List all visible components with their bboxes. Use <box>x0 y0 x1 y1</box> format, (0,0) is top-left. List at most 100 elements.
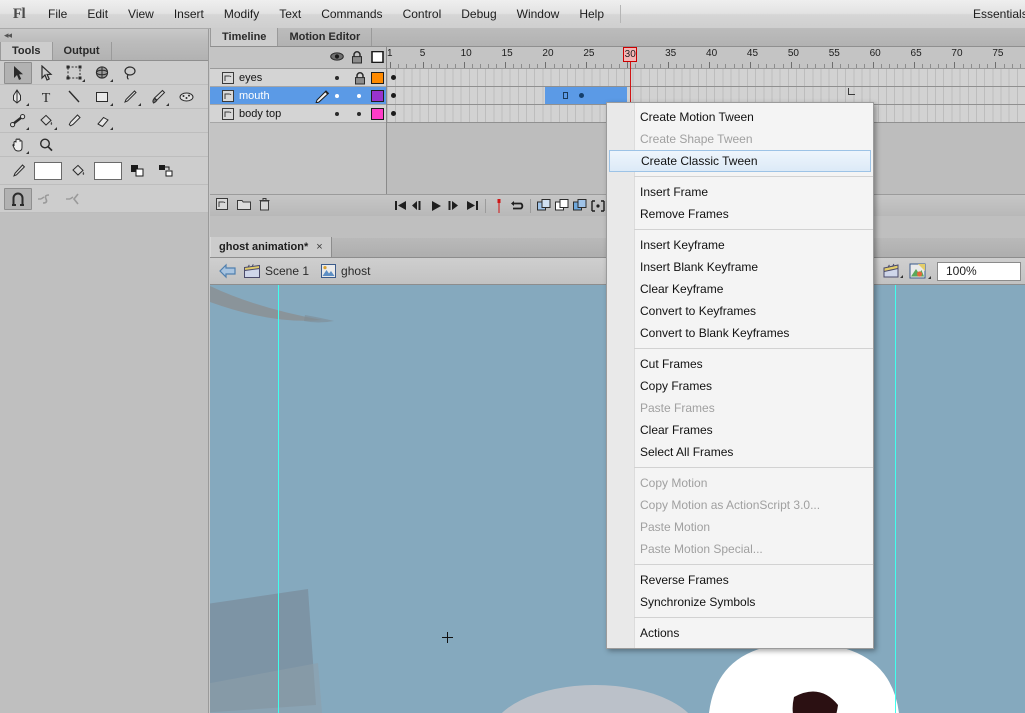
menu-item-create-motion-tween[interactable]: Create Motion Tween <box>607 106 873 128</box>
lock-icon[interactable] <box>351 51 365 65</box>
keyframe-marker[interactable] <box>391 93 396 98</box>
layer-outline-color-swatch[interactable] <box>371 108 384 120</box>
brush-tool[interactable] <box>144 86 172 108</box>
menu-item-cut-frames[interactable]: Cut Frames <box>607 353 873 375</box>
menu-text[interactable]: Text <box>269 0 311 29</box>
menu-item-convert-to-keyframes[interactable]: Convert to Keyframes <box>607 300 873 322</box>
playhead-marker[interactable]: 30 <box>623 47 638 62</box>
swap-colors-button[interactable] <box>152 160 180 182</box>
eye-icon[interactable] <box>330 51 344 65</box>
zoom-level-input[interactable]: 100% <box>937 261 1021 281</box>
step-back-one-frame-button[interactable] <box>409 196 427 216</box>
menu-item-insert-keyframe[interactable]: Insert Keyframe <box>607 234 873 256</box>
breadcrumb-scene[interactable]: Scene 1 <box>244 264 309 278</box>
menu-control[interactable]: Control <box>393 0 452 29</box>
menu-item-insert-blank-keyframe[interactable]: Insert Blank Keyframe <box>607 256 873 278</box>
3d-rotation-tool[interactable] <box>88 62 116 84</box>
layer-row[interactable]: mouth <box>210 87 386 105</box>
rectangle-tool[interactable] <box>88 86 116 108</box>
document-tab[interactable]: ghost animation* × <box>210 237 332 257</box>
menu-item-copy-frames[interactable]: Copy Frames <box>607 375 873 397</box>
smooth-icon[interactable] <box>32 188 60 210</box>
paint-bucket-tool[interactable] <box>32 110 60 132</box>
frame-row[interactable] <box>387 69 1025 87</box>
keyframe-marker[interactable] <box>391 75 396 80</box>
delete-layer-button[interactable] <box>259 197 270 214</box>
menu-item-insert-frame[interactable]: Insert Frame <box>607 181 873 203</box>
tab-tools[interactable]: Tools <box>0 42 53 60</box>
workspace-switcher[interactable]: Essentials <box>973 0 1025 29</box>
edit-multiple-frames-button[interactable] <box>571 196 589 216</box>
frame-context-menu[interactable]: Create Motion Tween Create Shape Tween Cre… <box>606 102 874 649</box>
outline-square-icon[interactable] <box>371 50 385 65</box>
breadcrumb-symbol[interactable]: ghost <box>321 264 370 278</box>
menu-insert[interactable]: Insert <box>164 0 214 29</box>
eyedropper-tool[interactable] <box>60 110 88 132</box>
modify-onion-markers-button[interactable] <box>589 196 607 216</box>
layer-outline-color-swatch[interactable] <box>371 72 384 84</box>
menu-item-reverse-frames[interactable]: Reverse Frames <box>607 569 873 591</box>
black-and-white-button[interactable] <box>124 160 152 182</box>
lasso-tool[interactable] <box>116 62 144 84</box>
onion-skin-outlines-button[interactable] <box>553 196 571 216</box>
layer-row[interactable]: eyes <box>210 69 386 87</box>
layer-lock-toggle[interactable] <box>357 112 361 116</box>
tab-motion-editor[interactable]: Motion Editor <box>278 28 373 46</box>
selection-tool[interactable] <box>4 61 32 84</box>
go-to-first-frame-button[interactable] <box>391 196 409 216</box>
layer-visibility-toggle[interactable] <box>335 112 339 116</box>
center-frame-button[interactable] <box>490 196 508 216</box>
menu-view[interactable]: View <box>118 0 164 29</box>
close-icon[interactable]: × <box>316 241 322 253</box>
step-forward-one-frame-button[interactable] <box>445 196 463 216</box>
pen-tool[interactable] <box>4 86 32 108</box>
line-tool[interactable] <box>60 86 88 108</box>
text-tool[interactable]: T <box>32 86 60 108</box>
layer-row[interactable]: body top <box>210 105 386 123</box>
menu-modify[interactable]: Modify <box>214 0 269 29</box>
menu-item-clear-frames[interactable]: Clear Frames <box>607 419 873 441</box>
zoom-tool[interactable] <box>32 134 60 156</box>
layer-visibility-toggle[interactable] <box>335 94 339 98</box>
edit-scene-icon[interactable] <box>883 263 903 279</box>
layer-visibility-toggle[interactable] <box>335 76 339 80</box>
fill-color-swatch[interactable] <box>94 161 122 180</box>
layer-lock-toggle[interactable] <box>354 72 366 88</box>
menu-file[interactable]: File <box>38 0 77 29</box>
menu-item-clear-keyframe[interactable]: Clear Keyframe <box>607 278 873 300</box>
snap-to-objects-icon[interactable] <box>4 187 32 210</box>
menu-debug[interactable]: Debug <box>451 0 506 29</box>
blank-keyframe-marker[interactable] <box>562 92 568 99</box>
menu-item-convert-to-blank-keyframes[interactable]: Convert to Blank Keyframes <box>607 322 873 344</box>
loop-playback-button[interactable] <box>508 196 526 216</box>
pencil-tool[interactable] <box>116 86 144 108</box>
eraser-tool[interactable] <box>88 110 116 132</box>
edit-symbols-icon[interactable] <box>909 263 931 280</box>
play-button[interactable] <box>427 196 445 216</box>
menu-item-synchronize-symbols[interactable]: Synchronize Symbols <box>607 591 873 613</box>
bone-tool[interactable] <box>4 110 32 132</box>
timeline-ruler[interactable]: 1510152025303540455055606570758 <box>387 47 1025 69</box>
menu-window[interactable]: Window <box>507 0 570 29</box>
guide-line-left[interactable] <box>278 285 279 713</box>
keyframe-marker[interactable] <box>391 111 396 116</box>
free-transform-tool[interactable] <box>60 62 88 84</box>
menu-item-remove-frames[interactable]: Remove Frames <box>607 203 873 225</box>
go-to-last-frame-button[interactable] <box>463 196 481 216</box>
subselection-tool[interactable] <box>32 62 60 84</box>
menu-item-actions[interactable]: Actions <box>607 622 873 644</box>
new-folder-button[interactable] <box>237 199 251 213</box>
menu-item-create-classic-tween[interactable]: Create Classic Tween <box>609 150 871 172</box>
back-arrow-icon[interactable] <box>218 263 238 279</box>
guide-line-right[interactable] <box>895 285 896 713</box>
onion-skin-button[interactable] <box>535 196 553 216</box>
deco-tool[interactable] <box>172 86 200 108</box>
hand-tool[interactable] <box>4 134 32 156</box>
menu-edit[interactable]: Edit <box>77 0 118 29</box>
stroke-color-swatch[interactable] <box>34 161 62 180</box>
menu-commands[interactable]: Commands <box>311 0 392 29</box>
menu-item-select-all-frames[interactable]: Select All Frames <box>607 441 873 463</box>
straighten-icon[interactable] <box>60 188 88 210</box>
panel-collapse-button[interactable]: ◂◂ <box>0 29 208 43</box>
menu-help[interactable]: Help <box>569 0 614 29</box>
